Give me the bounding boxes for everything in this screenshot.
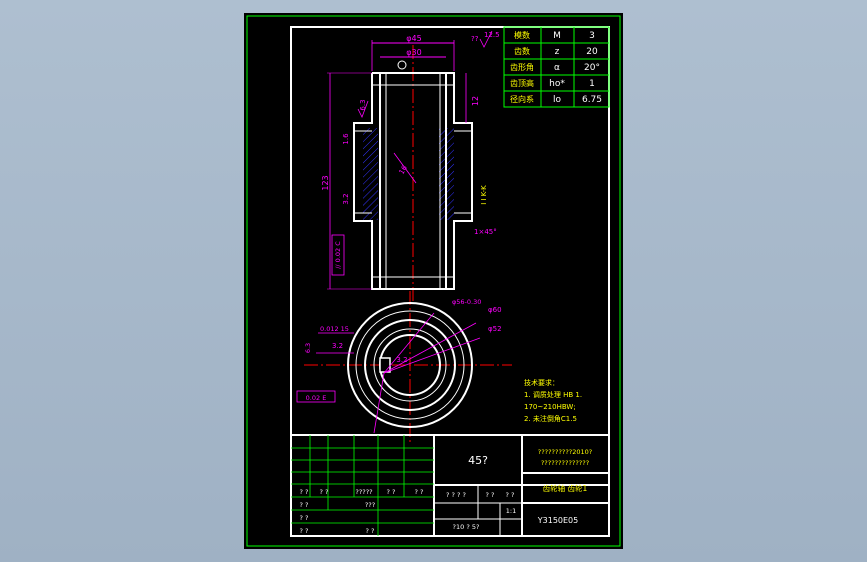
dim-chamfer: 1×45° [474,228,497,236]
notes-line-2: 170~210HBW; [524,403,576,411]
title-cell: ? ? [300,514,309,522]
gear-row-value: 3 [589,31,595,41]
title-cell: ????? [355,488,372,496]
dim-shoulder-length: 12 [471,96,480,106]
title-cell-right: ? ? [486,491,495,499]
section-mark: I I K-K [480,185,488,205]
title-cell: ? ? [366,527,375,535]
dim-tip-diameter: φ60 [488,306,502,314]
end-view: φ56-0.30 φ60 φ52 3.2 0.012 15 6.3 3.2 0.… [296,291,512,443]
scale-value: 1:1 [506,507,516,515]
roughness-end-2: 3.2 [332,342,343,350]
title-cell: ? ? [300,527,309,535]
dim-keyway: 3.2 [396,356,407,364]
notes-title: 技术要求： [524,378,559,387]
title-cell-right: ? ? ? ? [446,491,466,499]
gear-row-name: 模数 [514,30,530,40]
dim-total-length: 123 [321,175,330,190]
roughness-left-1: 6.3 [359,99,367,110]
drawing-number: Y3150E05 [537,516,578,525]
gear-parameter-table: 模数 M 3 齿数 z 20 齿形角 α 20° 齿顶高 ho* 1 径向系 l… [503,26,610,108]
title-cell: ? ? [300,501,309,509]
gear-row-symbol: α [554,63,560,73]
gear-row-name: 齿形角 [510,62,534,72]
gear-row-symbol: lo [553,95,562,105]
gear-row-value: 1 [589,79,595,89]
gear-row-value: 20 [586,47,598,57]
tolerance-box-end: 0.02 E [306,394,327,402]
gear-row-value: 6.75 [582,95,602,105]
sheet-label: ?10 ? 5? [453,523,480,531]
title-cell: ? ? [415,488,424,496]
dim-root-diameter: φ56-0.30 [452,298,481,306]
gear-row-name: 径向系 [510,94,534,104]
gear-row-symbol: ho* [549,79,565,89]
gear-row-symbol: z [555,47,560,57]
cad-drawing: 模数 M 3 齿数 z 20 齿形角 α 20° 齿顶高 ho* 1 径向系 l… [246,15,621,547]
material-label: 45? [468,454,488,467]
gear-row-name: 齿顶高 [510,78,534,88]
roughness-left-2: 1.6 [342,133,350,145]
roughness-end-1: 6.3 [304,343,312,353]
dim-qq: ?? [471,35,479,43]
dim-pitch-diameter: φ52 [488,325,502,333]
notes-line-1: 1. 调质处理 HB 1. [524,390,582,399]
drawing-viewport: 模数 M 3 齿数 z 20 齿形角 α 20° 齿顶高 ho* 1 径向系 l… [244,13,623,549]
school-line-2: ?????????????? [541,459,589,467]
part-name: 齿轮轴 齿轮1 [543,483,588,493]
school-line-1: ??????????2010? [538,448,593,456]
technical-notes: 技术要求： 1. 调质处理 HB 1. 170~210HBW; 2. 未注倒角C… [524,378,582,423]
notes-line-3: 2. 未注倒角C1.5 [524,414,577,423]
roughness-left-3: 3.2 [342,193,350,204]
gear-row-symbol: M [553,31,561,41]
title-cell: ? ? [320,488,329,496]
tolerance-top: 0.012 15 [320,325,349,333]
tolerance-box-left: // 0.02 C [334,241,342,269]
title-cell: ? ? [387,488,396,496]
dim-bore-diameter: φ30 [406,48,421,57]
front-section-view: φ45 φ30 ?? 12.5 123 12 6.3 1.6 3.2 16 //… [321,30,500,301]
gear-row-value: 20° [584,63,600,73]
title-block: ? ? ? ? ????? ? ? ? ? ? ? ??? ? ? ? ? ? … [290,434,610,537]
dim-outer-diameter: φ45 [406,34,421,43]
gear-row-name: 齿数 [514,46,530,56]
title-cell: ? ? [300,488,309,496]
title-cell-right: ? ? [506,491,515,499]
title-cell: ??? [365,501,375,509]
